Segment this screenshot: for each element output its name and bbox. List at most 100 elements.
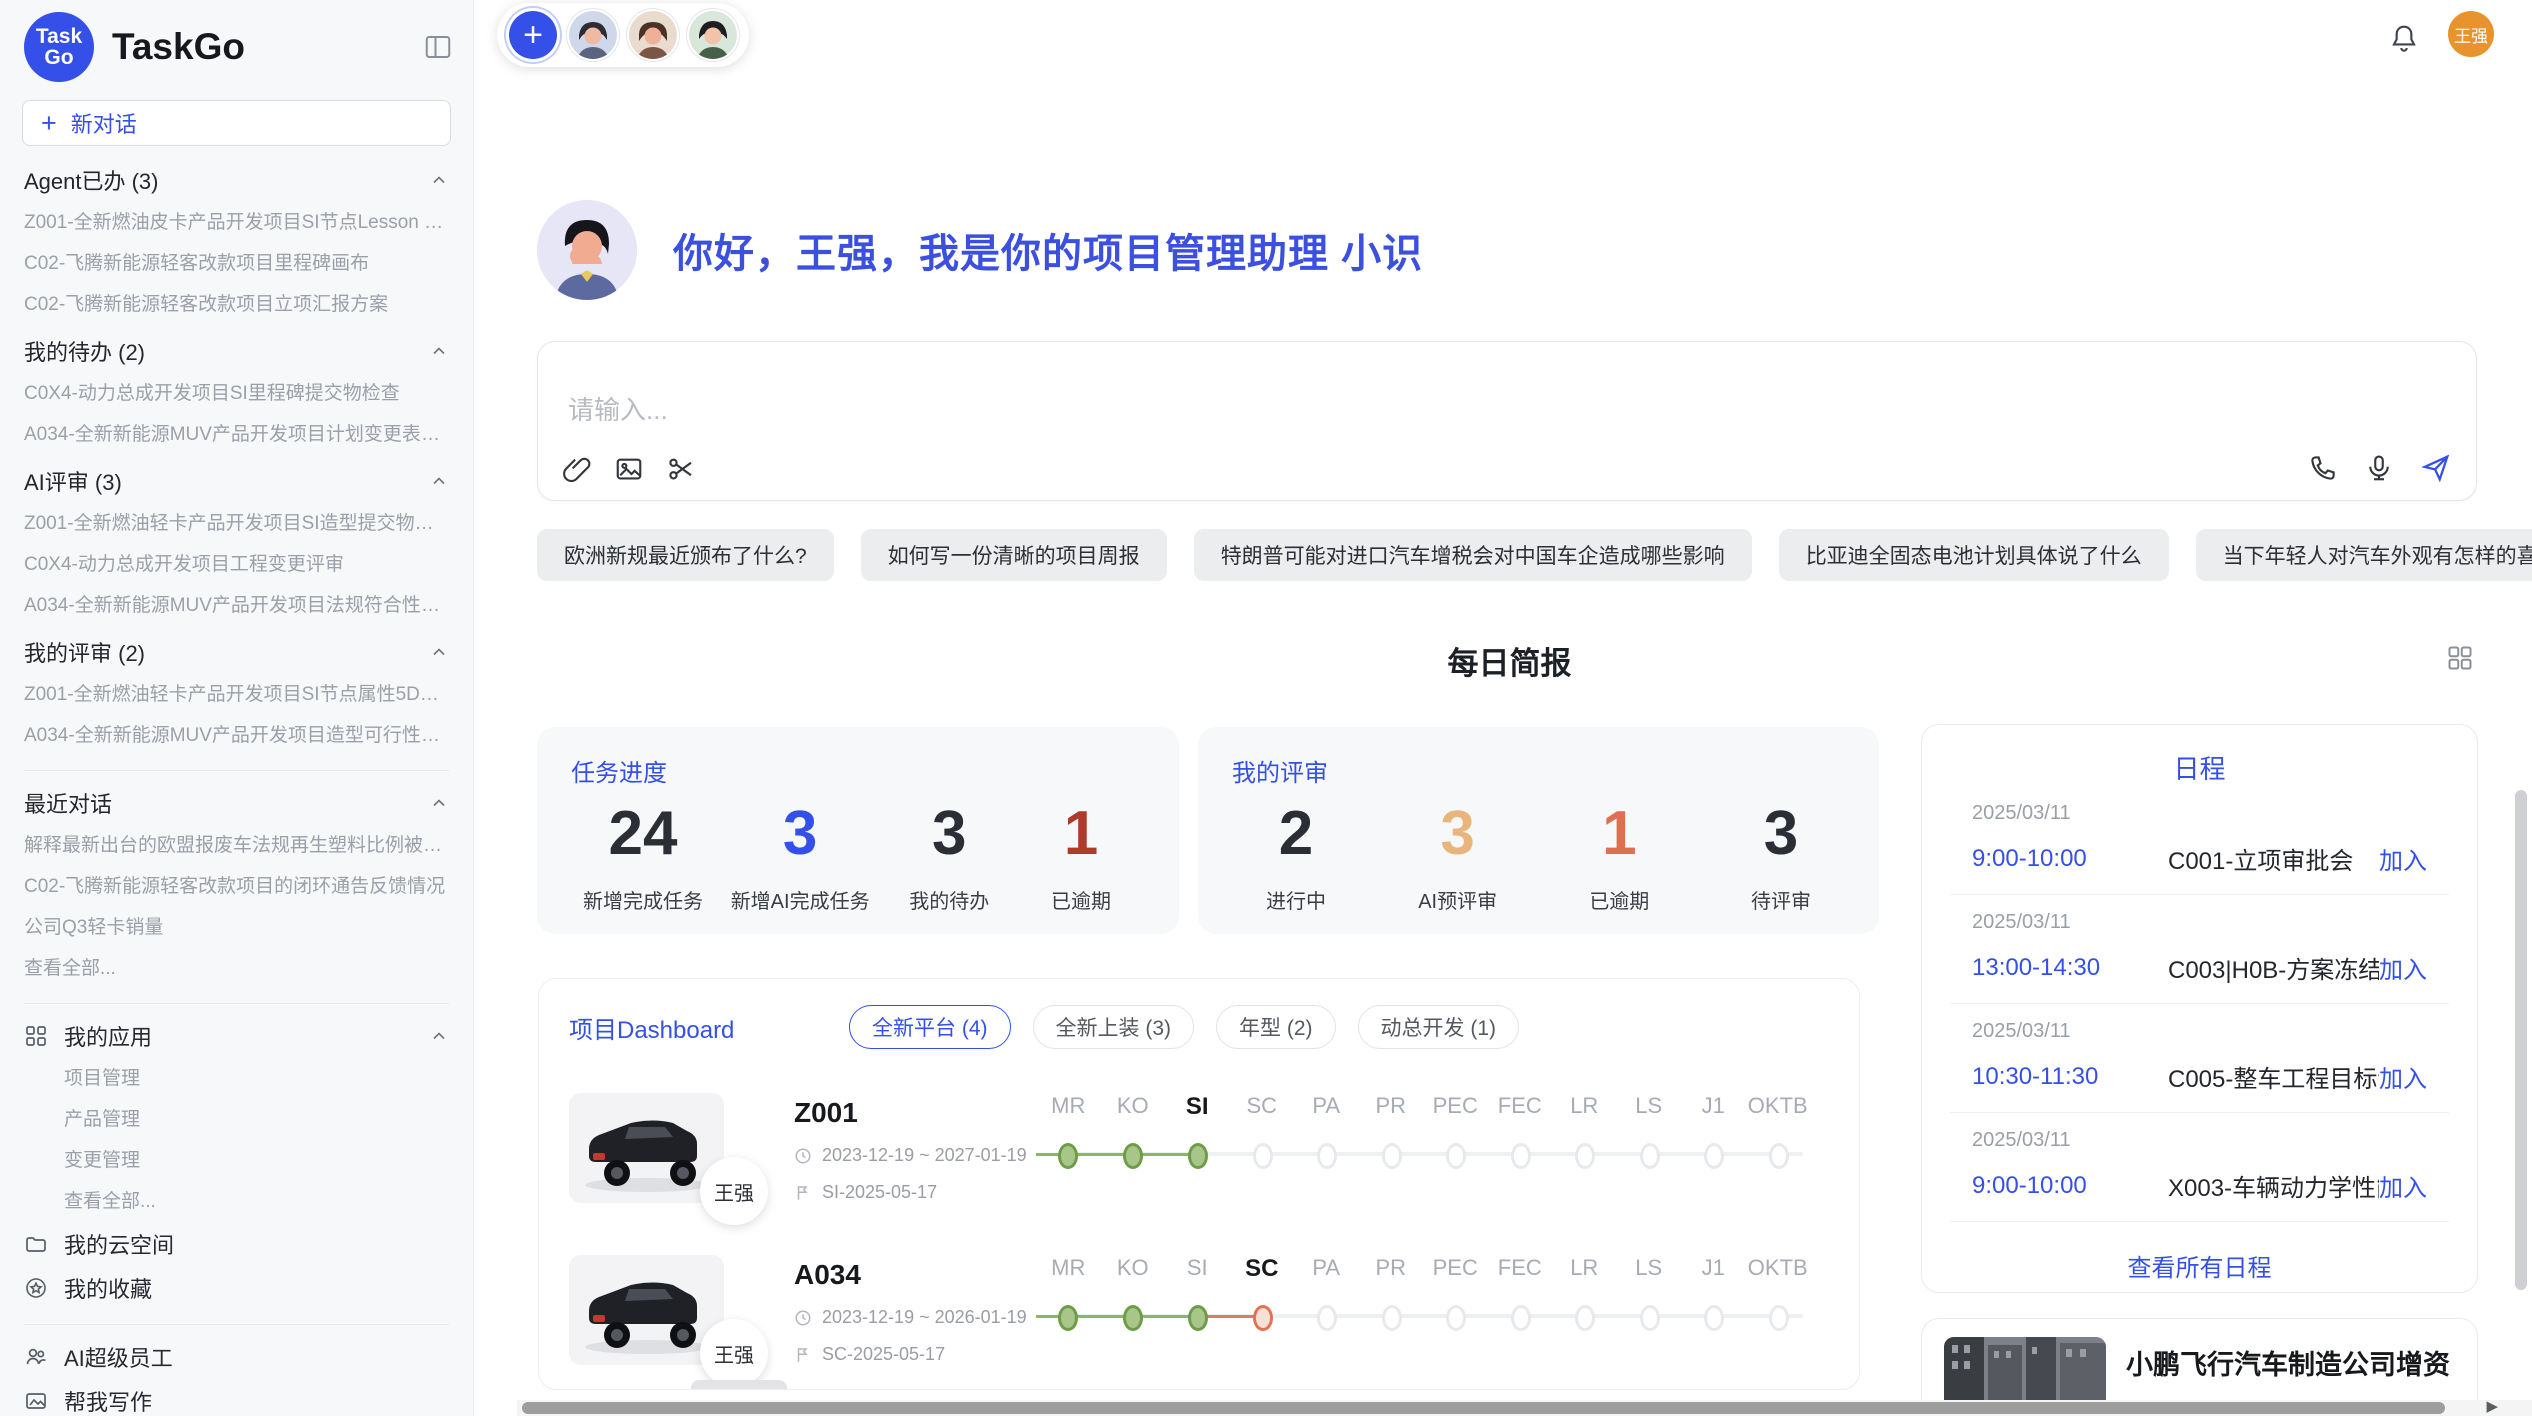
project-owner-badge: 王强 [700,1157,768,1225]
divider [24,1003,449,1004]
assistant-avatar [537,200,637,300]
project-row-z001[interactable]: 王强 Z001 2023-12-19 ~ 2027-01-19 SI-2025-… [569,1093,1829,1203]
clock-icon [794,1147,812,1165]
chevron-up-icon [429,170,449,190]
milestone-label: J1 [1681,1255,1746,1283]
suggestion-chip[interactable]: 欧洲新规最近颁布了什么? [537,529,834,581]
stat-value: 2 [1244,794,1348,875]
image-upload-icon[interactable] [614,454,644,484]
sidebar-item[interactable]: C02-飞腾新能源轻客改款项目立项汇报方案 [24,284,449,325]
my-cloud-item[interactable]: 我的云空间 [24,1222,449,1266]
section-my-todo[interactable]: 我的待办 (2) [24,329,449,373]
join-link[interactable]: 加入 [2379,1059,2427,1094]
suggestion-chip[interactable]: 如何写一份清晰的项目周报 [861,529,1167,581]
agent-avatar-1[interactable] [569,11,617,59]
filter-new-body[interactable]: 全新上装 (3) [1033,1005,1195,1049]
sidebar-item[interactable]: C0X4-动力总成开发项目工程变更评审 [24,544,449,585]
new-chat-button[interactable]: + 新对话 [22,100,451,146]
app-item-change[interactable]: 变更管理 [24,1140,449,1181]
milestone-dot [1123,1305,1143,1331]
scroll-right-arrow[interactable]: ▶ [2486,1397,2498,1415]
milestone-label: J1 [1681,1093,1746,1121]
schedule-event: 2025/03/11 9:00-10:00 C001-立项审批会 加入 [1950,786,2449,895]
milestone-dot [1317,1305,1337,1331]
people-icon [24,1345,48,1369]
stat-new-ai-done: 3 新增AI完成任务 [731,794,870,914]
join-link[interactable]: 加入 [2379,841,2427,876]
join-link[interactable]: 加入 [2379,1168,2427,1203]
flag-date-text: SI-2025-05-17 [822,1182,937,1203]
stat-value: 1 [1029,794,1133,875]
section-ai-review[interactable]: AI评审 (3) [24,459,449,503]
recent-chat-item[interactable]: 解释最新出台的欧盟报废车法规再生塑料比例被调至15%... [24,825,449,866]
add-agent-button[interactable]: + [509,11,557,59]
user-avatar-badge[interactable]: 王强 [2448,11,2494,57]
milestone-dot [1446,1143,1466,1169]
milestone-label: PA [1294,1255,1359,1283]
plus-icon: + [41,108,57,139]
notification-bell-icon[interactable] [2388,22,2420,54]
tool-ai-employee[interactable]: AI超级员工 [24,1335,449,1379]
sidebar-list: Agent已办 (3) Z001-全新燃油皮卡产品开发项目SI节点Lesson … [0,146,473,1416]
schedule-event: 2025/03/11 10:30-11:30 C005-整车工程目标评审 加入 [1950,1004,2449,1113]
greeting-text: 你好，王强，我是你的项目管理助理 小识 [673,221,1423,279]
agent-avatar-2[interactable] [629,11,677,59]
sidebar-item[interactable]: Z001-全新燃油皮卡产品开发项目SI节点Lesson Learn报告 [24,202,449,243]
app-item-product[interactable]: 产品管理 [24,1099,449,1140]
horizontal-scrollbar-thumb[interactable] [522,1402,2445,1414]
my-favorites-item[interactable]: 我的收藏 [24,1266,449,1310]
agent-avatar-3[interactable] [689,11,737,59]
send-icon[interactable] [2420,452,2452,484]
project-row-a034[interactable]: 王强 A034 2023-12-19 ~ 2026-01-19 SC-2025-… [569,1255,1829,1365]
milestone-dot [1704,1143,1724,1169]
recent-view-all[interactable]: 查看全部... [24,948,449,989]
event-name: X003-车辆动力学性能验... [2168,1168,2379,1203]
milestone-dot [1253,1143,1273,1169]
suggestion-chip[interactable]: 特朗普可能对进口汽车增税会对中国车企造成哪些影响 [1194,529,1752,581]
schedule-view-all[interactable]: 查看所有日程 [1922,1248,2477,1283]
apps-view-all[interactable]: 查看全部... [24,1181,449,1222]
sidebar-item[interactable]: A034-全新新能源MUV产品开发项目法规符合性评审 [24,585,449,626]
section-label: 我的待办 (2) [24,335,145,367]
chat-input[interactable] [566,394,2170,427]
sidebar-collapse-icon[interactable] [423,32,453,62]
milestone-label: LS [1617,1093,1682,1121]
section-agent-done[interactable]: Agent已办 (3) [24,158,449,202]
milestone-label: OKTB [1746,1093,1811,1121]
layout-grid-icon[interactable] [2446,644,2474,672]
section-my-review[interactable]: 我的评审 (2) [24,630,449,674]
sidebar-item[interactable]: C02-飞腾新能源轻客改款项目里程碑画布 [24,243,449,284]
app-item-project[interactable]: 项目管理 [24,1058,449,1099]
app-window: Task Go TaskGo + 新对话 Agent已办 (3) Z001-全新… [0,0,2532,1416]
filter-powertrain[interactable]: 动总开发 (1) [1358,1005,1520,1049]
my-apps-header[interactable]: 我的应用 [24,1014,449,1058]
suggestion-chip[interactable]: 当下年轻人对汽车外观有怎样的喜好趋势 [2196,529,2532,581]
vertical-scrollbar-thumb[interactable] [2515,790,2527,1290]
milestone-label: KO [1101,1255,1166,1283]
schedule-card: 日程 2025/03/11 9:00-10:00 C001-立项审批会 加入 2… [1921,724,2478,1293]
filter-all-new-platform[interactable]: 全新平台 (4) [849,1005,1011,1049]
milestone-track: MR KO SI SC PA PR PEC FEC LR LS J1 OKTB [1036,1255,1829,1365]
suggestion-chip[interactable]: 比亚迪全固态电池计划具体说了什么 [1779,529,2169,581]
scissors-icon[interactable] [666,454,696,484]
milestone-dot-overdue [1253,1305,1273,1331]
sidebar-item[interactable]: A034-全新新能源MUV产品开发项目造型可行性评审 [24,715,449,756]
sidebar-item[interactable]: Z001-全新燃油轻卡产品开发项目SI节点属性5D文件评审 [24,674,449,715]
milestone-dot [1058,1143,1078,1169]
stat-label: 我的待办 [897,885,1001,914]
phone-icon[interactable] [2308,453,2338,483]
recent-chat-item[interactable]: C02-飞腾新能源轻客改款项目的闭环通告反馈情况 [24,866,449,907]
event-name: C001-立项审批会 [2168,841,2379,876]
attachment-icon[interactable] [562,454,592,484]
filter-year-model[interactable]: 年型 (2) [1216,1005,1336,1049]
sidebar-item[interactable]: Z001-全新燃油轻卡产品开发项目SI造型提交物评审 [24,503,449,544]
microphone-icon[interactable] [2364,453,2394,483]
recent-chat-item[interactable]: 公司Q3轻卡销量 [24,907,449,948]
milestone-label: MR [1036,1093,1101,1121]
sidebar-item[interactable]: C0X4-动力总成开发项目SI里程碑提交物检查 [24,373,449,414]
sidebar-item[interactable]: A034-全新新能源MUV产品开发项目计划变更表编写 [24,414,449,455]
section-recent-chats[interactable]: 最近对话 [24,781,449,825]
milestone-dot [1188,1305,1208,1331]
join-link[interactable]: 加入 [2379,950,2427,985]
tool-help-write[interactable]: 帮我写作 [24,1379,449,1416]
